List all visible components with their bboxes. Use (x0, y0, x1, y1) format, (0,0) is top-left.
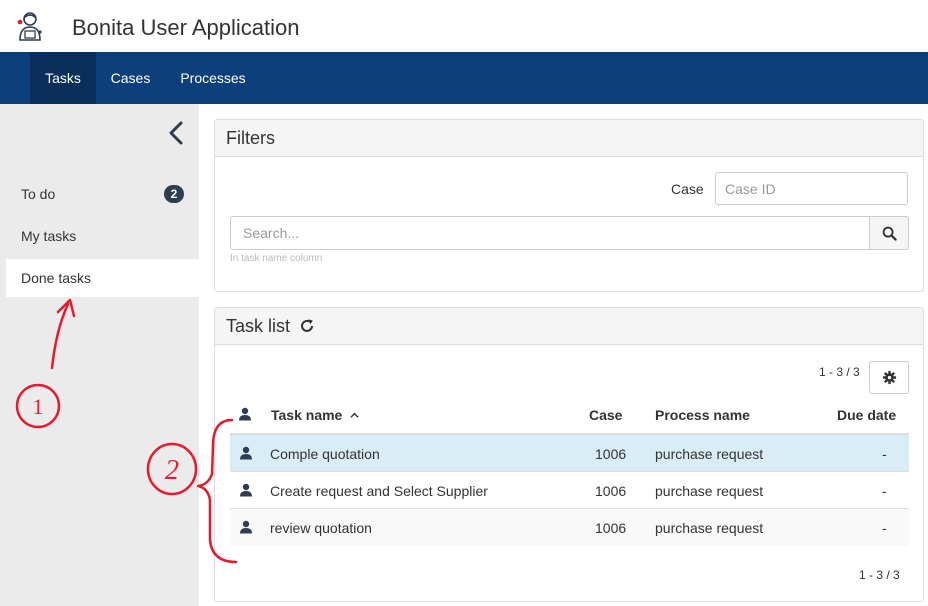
count-badge: 2 (164, 185, 184, 203)
sidebar-item-label: To do (21, 186, 56, 202)
search-input[interactable] (230, 216, 870, 250)
sidebar-item-done-tasks[interactable]: Done tasks (6, 259, 199, 297)
due-date-cell: - (882, 446, 887, 462)
task-name-cell[interactable]: Create request and Select Supplier (270, 483, 488, 499)
sidebar-item-label: My tasks (21, 228, 77, 244)
column-header-task-name[interactable]: Task name (271, 407, 359, 423)
assignee-column-icon (239, 407, 251, 421)
search-help-text: In task name column (230, 253, 323, 264)
pagination-summary-bottom: 1 - 3 / 3 (859, 568, 900, 582)
sidebar-item-my-tasks[interactable]: My tasks (6, 217, 199, 255)
table-row[interactable]: Comple quotation 1006 purchase request - (230, 435, 909, 472)
case-cell: 1006 (595, 483, 627, 499)
table-row[interactable]: Create request and Select Supplier 1006 … (230, 472, 909, 509)
nav-tab-tasks[interactable]: Tasks (30, 52, 96, 104)
table-row[interactable]: review quotation 1006 purchase request - (230, 509, 909, 546)
task-list-header: Task list (215, 308, 923, 345)
assignee-icon (240, 520, 252, 534)
collapse-sidebar-icon[interactable] (164, 120, 188, 146)
search-icon (882, 226, 897, 241)
process-name-cell: purchase request (655, 446, 764, 462)
case-cell: 1006 (595, 446, 627, 462)
assignee-icon (240, 446, 252, 460)
column-header-process-name[interactable]: Process name (655, 407, 750, 423)
task-list-panel: Task list 1 - 3 / 3 Task name Case Proce… (214, 307, 924, 602)
task-name-cell[interactable]: review quotation (270, 520, 372, 536)
process-name-cell: purchase request (655, 483, 764, 499)
bonita-logo-icon (17, 12, 42, 41)
filters-title: Filters (215, 120, 923, 157)
column-header-due-date[interactable]: Due date (837, 407, 896, 423)
top-bar: Bonita User Application (0, 0, 928, 52)
gear-icon (882, 370, 897, 385)
case-cell: 1006 (595, 520, 627, 536)
case-id-input[interactable] (715, 172, 908, 205)
due-date-cell: - (882, 520, 887, 536)
main-navbar: Tasks Cases Processes (0, 52, 928, 104)
pagination-summary: 1 - 3 / 3 (819, 365, 860, 379)
due-date-cell: - (882, 483, 887, 499)
process-name-cell: purchase request (655, 520, 764, 536)
nav-tab-cases[interactable]: Cases (96, 52, 165, 104)
table-settings-button[interactable] (869, 361, 909, 394)
task-name-cell[interactable]: Comple quotation (270, 446, 380, 462)
case-label: Case (671, 181, 704, 197)
sort-ascending-icon (350, 412, 359, 418)
filters-panel: Filters Case In task name column (214, 119, 924, 292)
app-title: Bonita User Application (72, 15, 300, 40)
sidebar-item-to-do[interactable]: To do 2 (6, 175, 199, 213)
search-button[interactable] (869, 216, 909, 250)
column-header-case[interactable]: Case (589, 407, 622, 423)
refresh-icon[interactable] (299, 318, 315, 334)
sidebar-item-label: Done tasks (21, 270, 92, 286)
task-list-title: Task list (226, 316, 291, 336)
assignee-icon (240, 483, 252, 497)
sidebar: To do 2 My tasks Done tasks (0, 104, 199, 606)
nav-tab-processes[interactable]: Processes (165, 52, 261, 104)
